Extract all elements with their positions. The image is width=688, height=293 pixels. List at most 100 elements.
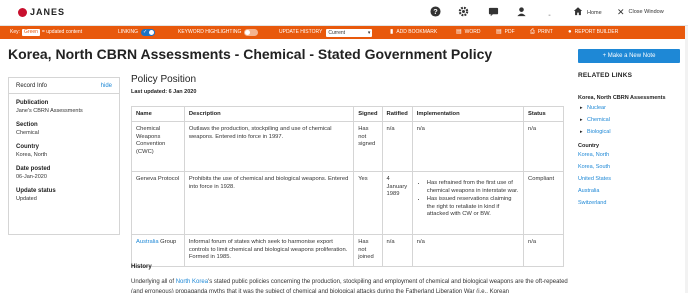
last-updated: Last updated: 6 Jan 2020 bbox=[131, 89, 197, 95]
chevron-right-icon: ▸ bbox=[580, 129, 583, 135]
related-link-label: Biological bbox=[587, 129, 611, 135]
linking-label: LINKING bbox=[118, 29, 139, 35]
table-cell: Has not joined bbox=[353, 234, 383, 267]
table-cell: n/a bbox=[523, 234, 564, 267]
column-header: Status bbox=[523, 106, 564, 122]
country-link-switzerland[interactable]: Switzerland bbox=[578, 200, 684, 206]
table-header-row: Name Description Signed Ratified Impleme… bbox=[131, 106, 564, 122]
table-cell: 4 January 1989 bbox=[381, 171, 413, 235]
update-history-label: UPDATE HISTORY bbox=[279, 29, 323, 35]
country-link-korea-north[interactable]: Korea, North bbox=[578, 152, 684, 158]
add-bookmark-button[interactable]: ▮ ADD BOOKMARK bbox=[390, 26, 437, 39]
country-link-united-states[interactable]: United States bbox=[578, 176, 684, 182]
pdf-export-button[interactable]: ▤ PDF bbox=[496, 26, 515, 39]
chevron-right-icon: ▸ bbox=[580, 117, 583, 123]
linking-switch[interactable]: ✓ bbox=[141, 29, 156, 36]
table-cell: n/a bbox=[523, 121, 564, 172]
country-value: Korea, North bbox=[16, 152, 48, 158]
print-button[interactable]: ⎙ PRINT bbox=[530, 26, 553, 39]
help-icon[interactable]: ? bbox=[429, 6, 441, 18]
related-links-title: RELATED LINKS bbox=[578, 72, 633, 79]
date-posted-value: 06-Jan-2020 bbox=[16, 174, 47, 180]
logo-text: JANES bbox=[30, 7, 66, 17]
country-link-korea-south[interactable]: Korea, South bbox=[578, 164, 684, 170]
north-korea-link[interactable]: North Korea bbox=[176, 279, 208, 285]
add-bookmark-label: ADD BOOKMARK bbox=[396, 29, 438, 35]
table-cell: Yes bbox=[353, 171, 383, 235]
publication-value: Jane's CBRN Assessments bbox=[16, 108, 83, 114]
keyword-highlighting-label: KEYWORD HIGHLIGHTING bbox=[178, 29, 242, 35]
table-cell: Informal forum of states which seek to h… bbox=[183, 234, 355, 267]
word-export-button[interactable]: ▤ WORD bbox=[456, 26, 481, 39]
section-heading: Policy Position bbox=[131, 74, 197, 85]
word-document-icon: ▤ bbox=[456, 29, 462, 35]
print-icon: ⎙ bbox=[530, 29, 535, 35]
messages-icon[interactable] bbox=[487, 6, 499, 18]
related-link-label: Nuclear bbox=[587, 105, 606, 111]
update-status-value: Updated bbox=[16, 196, 37, 202]
keyword-highlighting-toggle[interactable]: KEYWORD HIGHLIGHTING bbox=[178, 26, 259, 39]
publication-label: Publication bbox=[16, 100, 49, 106]
svg-text:?: ? bbox=[433, 7, 438, 16]
date-posted-label: Date posted bbox=[16, 166, 51, 172]
close-icon: ✕ bbox=[617, 7, 625, 17]
table-cell: Chemical Weapons Convention (CWC) bbox=[131, 121, 185, 172]
record-info-title: Record Info bbox=[16, 82, 48, 89]
table-row: Geneva Protocol Prohibits the use of che… bbox=[131, 171, 564, 235]
record-info-header: Record Info hide bbox=[9, 78, 119, 94]
column-header: Ratified bbox=[381, 106, 413, 122]
related-link-biological[interactable]: ▸ Biological bbox=[578, 129, 684, 135]
section-label: Section bbox=[16, 122, 38, 128]
section-value: Chemical bbox=[16, 130, 39, 136]
related-group-title: Korea, North CBRN Assessments bbox=[578, 95, 666, 101]
history-heading: History bbox=[131, 264, 152, 270]
related-link-chemical[interactable]: ▸ Chemical bbox=[578, 117, 684, 123]
related-sub-links: ▸ Nuclear ▸ Chemical ▸ Biological bbox=[578, 105, 684, 135]
close-window-link[interactable]: ✕ Close Window bbox=[617, 6, 664, 18]
australia-link[interactable]: Australia bbox=[136, 239, 159, 245]
related-link-nuclear[interactable]: ▸ Nuclear bbox=[578, 105, 684, 111]
make-note-label: Make a New Note bbox=[607, 53, 656, 59]
table-cell: Australia Group bbox=[131, 234, 185, 267]
table-cell: n/a bbox=[381, 121, 413, 172]
table-cell: n/a bbox=[381, 234, 413, 267]
column-header: Signed bbox=[353, 106, 383, 122]
linking-toggle[interactable]: LINKING ✓ bbox=[118, 26, 156, 39]
hide-record-info-link[interactable]: hide bbox=[101, 83, 112, 89]
column-header: Description bbox=[183, 106, 355, 122]
logo-mark-icon bbox=[18, 7, 27, 17]
checkmark-icon: ✓ bbox=[143, 29, 148, 35]
settings-gear-icon[interactable] bbox=[457, 6, 469, 18]
record-info-body: Publication Jane's CBRN Assessments Sect… bbox=[9, 94, 119, 216]
country-link-australia[interactable]: Australia bbox=[578, 188, 684, 194]
keyword-highlighting-switch[interactable] bbox=[244, 29, 259, 36]
make-note-button[interactable]: + Make a New Note bbox=[578, 49, 680, 63]
key-label: Key: bbox=[10, 29, 21, 35]
janes-logo[interactable]: JANES bbox=[18, 7, 65, 17]
table-cell: Prohibits the use of chemical and biolog… bbox=[183, 171, 355, 235]
home-icon bbox=[573, 6, 583, 20]
update-history-value: Current bbox=[328, 29, 346, 36]
update-status-label: Update status bbox=[16, 188, 56, 194]
country-label: Country bbox=[16, 144, 39, 150]
related-link-label: Chemical bbox=[587, 117, 610, 123]
table-row: Chemical Weapons Convention (CWC) Outlaw… bbox=[131, 121, 564, 172]
update-history-select[interactable]: Current ▾ bbox=[326, 28, 373, 37]
notifications-icon[interactable] bbox=[543, 6, 555, 18]
record-info-panel: Record Info hide Publication Jane's CBRN… bbox=[8, 77, 120, 235]
table-cell: Compliant bbox=[523, 171, 564, 235]
table-cell: Has not signed bbox=[353, 121, 383, 172]
user-account-icon[interactable] bbox=[515, 6, 527, 18]
print-label: PRINT bbox=[537, 29, 553, 35]
table-cell: n/a bbox=[411, 121, 525, 172]
document-toolbar: Key: Green = updated content LINKING ✓ K… bbox=[0, 26, 688, 39]
home-label: Home bbox=[587, 10, 602, 16]
table-cell: Outlaws the production, stockpiling and … bbox=[183, 121, 355, 172]
table-cell: Has refrained from the first use of chem… bbox=[411, 171, 525, 235]
history-paragraph: Underlying all of North Korea's stated p… bbox=[131, 277, 571, 293]
report-builder-button[interactable]: ● REPORT BUILDER bbox=[568, 26, 618, 39]
home-link[interactable]: Home bbox=[573, 6, 602, 20]
list-item: Has refrained from the first use of chem… bbox=[427, 180, 519, 195]
top-header: JANES ? Home ✕ Close Window bbox=[0, 0, 688, 26]
close-window-label: Close Window bbox=[628, 9, 664, 15]
